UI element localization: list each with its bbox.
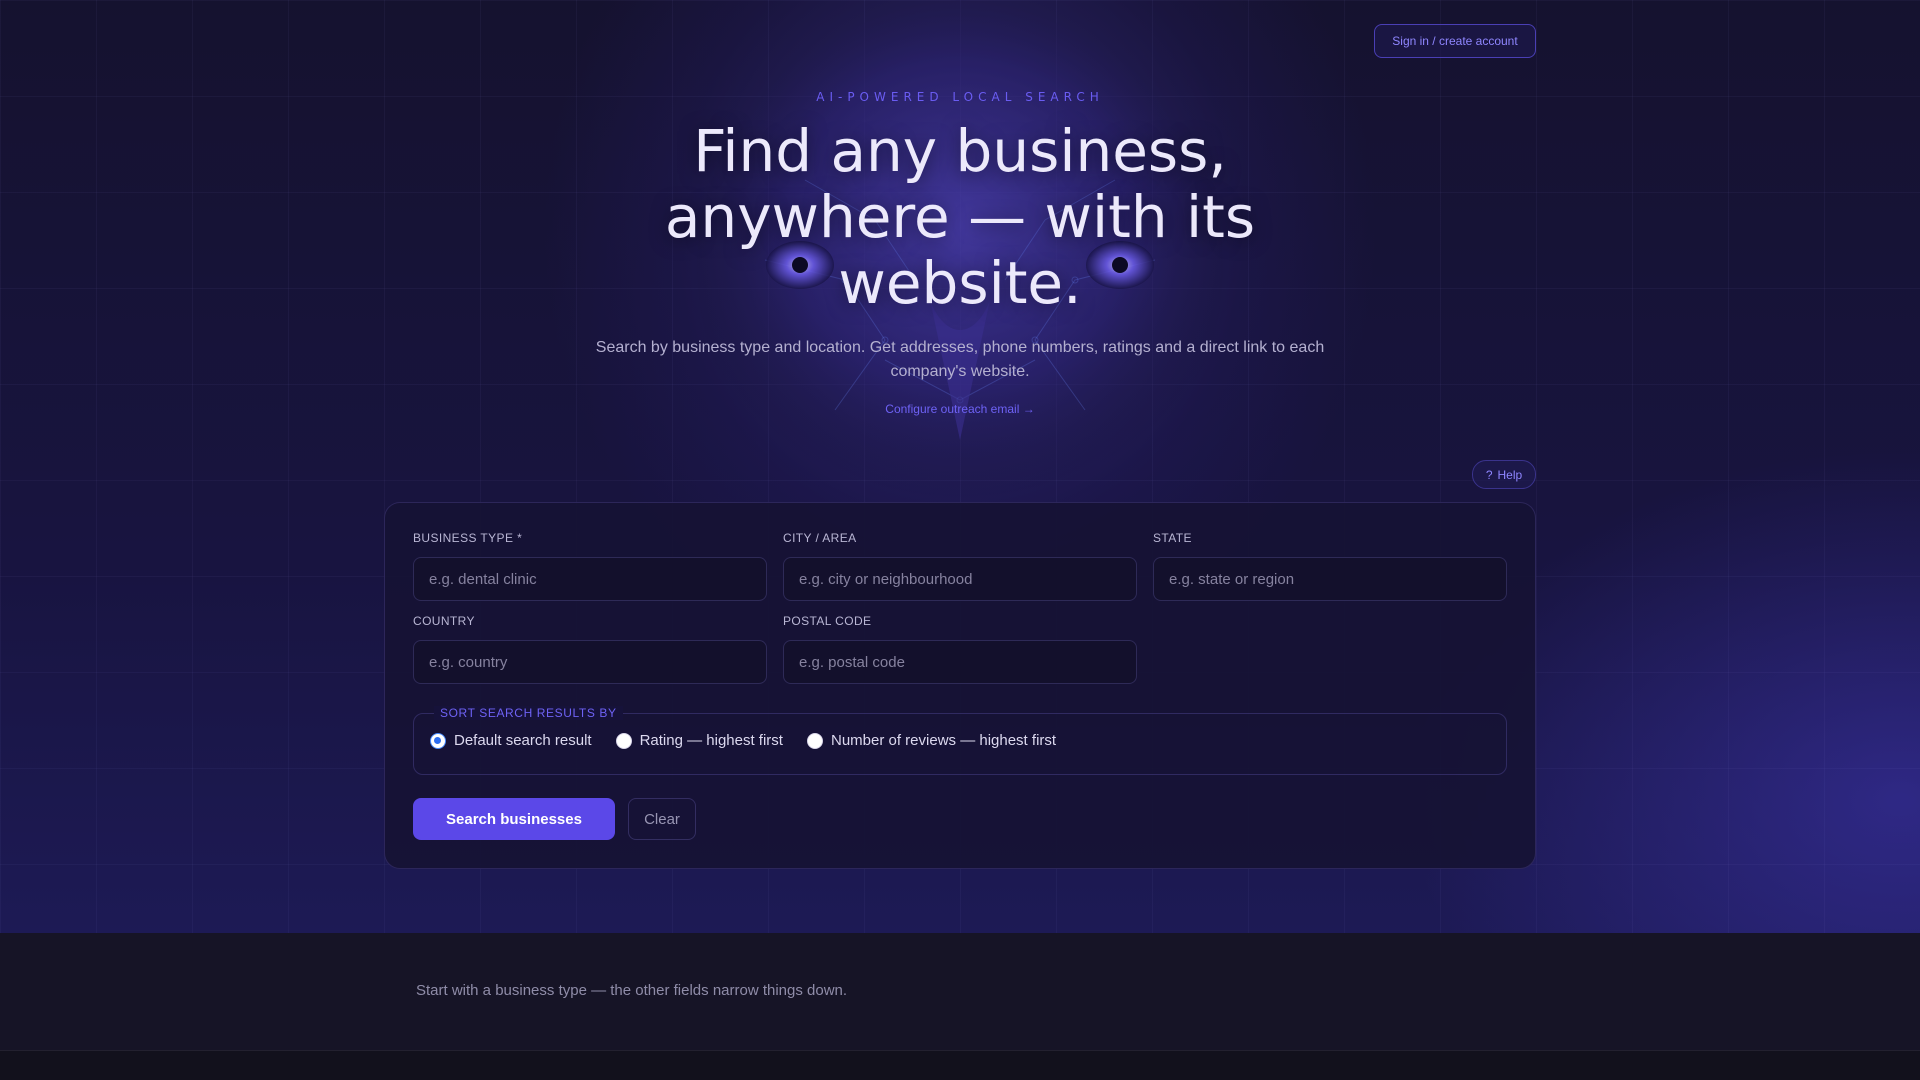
sort-option-label: Default search result [454, 732, 592, 749]
country-field: COUNTRY [413, 614, 767, 684]
state-field: STATE [1153, 531, 1507, 601]
postal-code-input[interactable] [783, 640, 1137, 684]
sort-option-rating[interactable]: Rating — highest first [615, 732, 783, 749]
signin-button[interactable]: Sign in / create account [1374, 24, 1536, 58]
outreach-email-link[interactable]: Configure outreach email → [0, 402, 1920, 416]
postal-code-label: POSTAL CODE [783, 614, 872, 628]
subtitle-line: company's website. [890, 363, 1030, 380]
hero-eyebrow: AI-POWERED LOCAL SEARCH [816, 90, 1104, 104]
hero-section: Sign in / create account AI-POWERED LOCA… [0, 0, 1920, 933]
sort-option-reviews[interactable]: Number of reviews — highest first [806, 732, 1057, 749]
city-label: CITY / AREA [783, 531, 857, 545]
country-input[interactable] [413, 640, 767, 684]
sort-options-group: SORT SEARCH RESULTS BY Default search re… [413, 706, 1507, 775]
subtitle-line: Search by business type and location. Ge… [595, 339, 1325, 356]
radio-selected-icon[interactable] [430, 732, 446, 749]
hero-subtitle: Search by business type and location. Ge… [580, 336, 1340, 384]
sort-option-default[interactable]: Default search result [430, 732, 592, 749]
title-line: anywhere — with its [664, 183, 1256, 251]
sort-option-label: Rating — highest first [639, 732, 783, 749]
results-hint: Start with a business type — the other f… [416, 982, 848, 999]
business-type-label: BUSINESS TYPE * [413, 531, 523, 545]
country-label: COUNTRY [413, 614, 475, 628]
page-title: Find any business, anywhere — with its w… [560, 118, 1360, 316]
outreach-link-label[interactable]: Configure outreach email → [885, 402, 1034, 416]
state-input[interactable] [1153, 557, 1507, 601]
sort-legend: SORT SEARCH RESULTS BY [434, 706, 623, 720]
city-field: CITY / AREA [783, 531, 1137, 601]
postal-code-field: POSTAL CODE [783, 614, 1137, 684]
help-button[interactable]: ? Help [1472, 460, 1536, 489]
title-line: website. [838, 249, 1082, 317]
clear-button[interactable]: Clear [628, 798, 696, 840]
radio-icon[interactable] [806, 732, 823, 749]
sort-radio-list: Default search result Rating — highest f… [430, 732, 1056, 749]
radio-icon[interactable] [615, 732, 632, 749]
title-line: Find any business, [693, 117, 1227, 185]
business-type-field: BUSINESS TYPE * [413, 531, 767, 601]
state-label: STATE [1153, 531, 1192, 545]
sort-option-label: Number of reviews — highest first [830, 732, 1057, 749]
page-footer [0, 1050, 1920, 1080]
results-area [0, 933, 1920, 1050]
business-type-input[interactable] [413, 557, 767, 601]
city-input[interactable] [783, 557, 1137, 601]
search-form-card: BUSINESS TYPE * CITY / AREA STATE COUNTR… [384, 502, 1536, 869]
question-icon: ? [1485, 467, 1493, 482]
search-businesses-button[interactable]: Search businesses [413, 798, 615, 840]
help-label: Help [1497, 467, 1523, 482]
